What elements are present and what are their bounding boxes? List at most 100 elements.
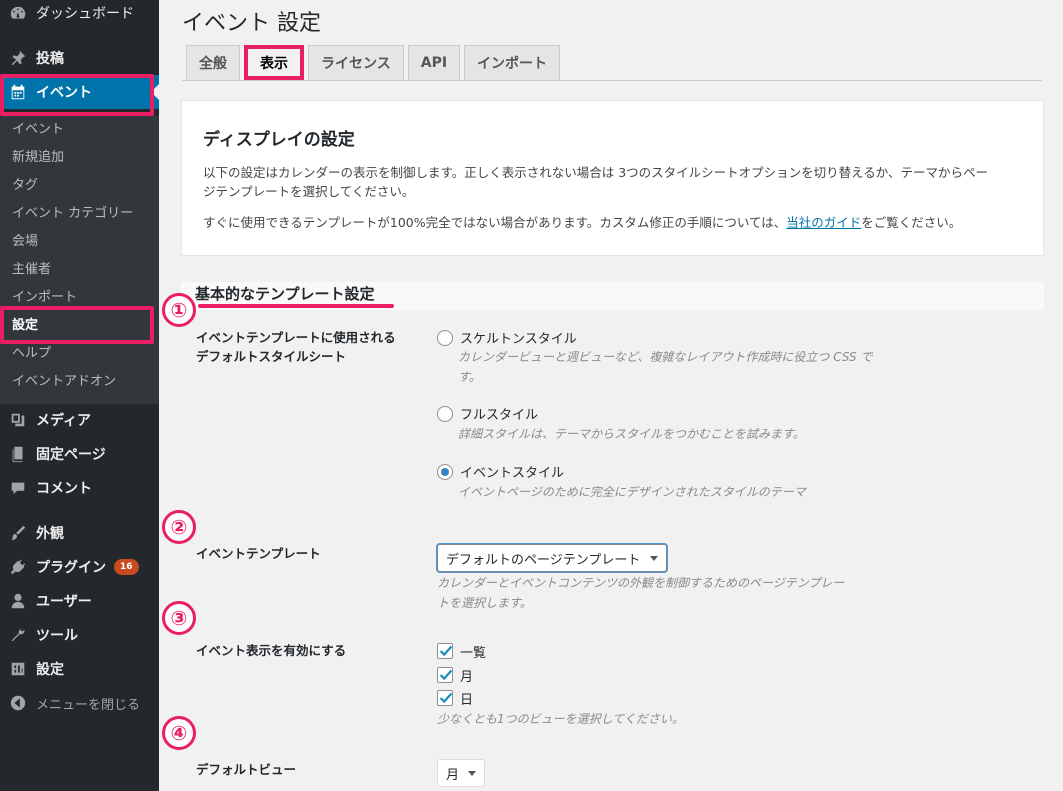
admin-sidebar: ダッシュボード 投稿 イベント イベント 新規追加 タグ イベント カテゴリー …: [0, 0, 159, 791]
full-style-desc: 詳細スタイルは、テーマからスタイルをつかむことを試みます。: [458, 427, 805, 441]
radio-skeleton-label: スケルトンスタイル: [460, 332, 577, 347]
info-p2-tail: をご覧ください。: [861, 215, 962, 230]
menu-settings[interactable]: 設定: [0, 652, 159, 686]
menu-posts[interactable]: 投稿: [0, 41, 159, 75]
radio-event-style[interactable]: [437, 464, 453, 480]
default-view-select[interactable]: 月: [437, 759, 485, 787]
plugin-update-badge: 16: [114, 559, 139, 575]
guide-link[interactable]: 当社のガイド: [786, 215, 861, 230]
default-view-value: 月: [446, 767, 460, 783]
radio-full-label: フルスタイル: [460, 408, 539, 423]
menu-tools-label: ツール: [36, 628, 78, 644]
menu-users-label: ユーザー: [36, 594, 92, 610]
submenu-addons[interactable]: イベントアドオン: [12, 372, 116, 392]
settings-tabs: 全般 表示 ライセンス API インポート: [186, 45, 561, 80]
menu-events[interactable]: イベント: [0, 75, 159, 109]
user-icon: [0, 592, 36, 610]
menu-plugins-label: プラグイン: [36, 560, 106, 576]
dashboard-icon: [0, 4, 36, 22]
collapse-menu-button[interactable]: メニューを閉じる: [0, 686, 159, 720]
menu-pages[interactable]: 固定ページ: [0, 437, 159, 471]
menu-settings-label: 設定: [36, 662, 64, 678]
menu-users[interactable]: ユーザー: [0, 584, 159, 618]
pin-icon: [0, 49, 36, 67]
radio-skeleton-style[interactable]: [437, 330, 453, 346]
template-desc-2: トを選択します。: [437, 596, 532, 610]
stylesheet-label: イベントテンプレートに使用される デフォルトスタイルシート: [196, 328, 396, 366]
settings-icon: [0, 660, 36, 678]
info-heading: ディスプレイの設定: [203, 130, 355, 150]
template-select[interactable]: デフォルトのページテンプレート: [437, 544, 667, 572]
tab-display[interactable]: 表示: [244, 45, 304, 80]
menu-comments[interactable]: コメント: [0, 471, 159, 505]
stylesheet-label-line2: デフォルトスタイルシート: [196, 349, 347, 364]
check-icon: [439, 645, 453, 657]
events-submenu: イベント 新規追加 タグ イベント カテゴリー 会場 主催者 インポート 設定 …: [0, 116, 159, 404]
template-label: イベントテンプレート: [196, 546, 321, 561]
tab-api[interactable]: API: [407, 45, 461, 80]
collapse-menu-label: メニューを閉じる: [36, 697, 141, 713]
annotation-4: ④: [162, 716, 196, 750]
menu-plugins[interactable]: プラグイン 16: [0, 550, 159, 584]
info-paragraph-2: すぐに使用できるテンプレートが100%完全ではない場合があります。カスタム修正の…: [203, 212, 961, 233]
page-title: イベント 設定: [182, 11, 321, 36]
radio-full-style[interactable]: [437, 406, 453, 422]
menu-dashboard[interactable]: ダッシュボード: [0, 0, 159, 30]
template-desc-1: カレンダーとイベントコンテンツの外観を制御するためのページテンプレー: [437, 576, 845, 590]
info-paragraph-1b: ジテンプレートを選択してください。: [203, 184, 415, 199]
annotation-3: ③: [162, 601, 196, 635]
submenu-tags[interactable]: タグ: [12, 176, 38, 196]
submenu-help[interactable]: ヘルプ: [12, 344, 51, 364]
skeleton-desc-1: カレンダービューと週ビューなど、複雑なレイアウト作成時に役立つ CSS で: [458, 350, 873, 364]
display-settings-info: ディスプレイの設定 以下の設定はカレンダーの表示を制御します。正しく表示されない…: [181, 100, 1044, 256]
default-view-label: デフォルトビュー: [196, 762, 297, 777]
tab-import[interactable]: インポート: [464, 45, 561, 80]
skeleton-desc-2: す。: [458, 370, 481, 384]
menu-comments-label: コメント: [36, 481, 92, 497]
wrench-icon: [0, 626, 36, 644]
tab-license[interactable]: ライセンス: [308, 45, 404, 80]
media-icon: [0, 411, 36, 429]
checkbox-list-view[interactable]: [437, 643, 453, 659]
check-icon: [439, 692, 453, 704]
comment-icon: [0, 479, 36, 497]
stylesheet-label-line1: イベントテンプレートに使用される: [196, 330, 396, 345]
radio-event-label: イベントスタイル: [460, 466, 565, 481]
views-desc: 少なくとも1つのビューを選択してください。: [437, 712, 684, 726]
annotation-2: ②: [162, 510, 196, 544]
submenu-import[interactable]: インポート: [12, 288, 77, 308]
menu-media[interactable]: メディア: [0, 403, 159, 437]
collapse-icon: [0, 694, 36, 712]
menu-appearance[interactable]: 外観: [0, 516, 159, 550]
section-title-underline: [198, 304, 394, 308]
menu-media-label: メディア: [36, 413, 92, 429]
info-p2-text: すぐに使用できるテンプレートが100%完全ではない場合があります。カスタム修正の…: [203, 215, 787, 230]
checkbox-month-label: 月: [460, 670, 474, 685]
brush-icon: [0, 524, 36, 542]
views-label: イベント表示を有効にする: [196, 643, 347, 658]
info-paragraph-1a: 以下の設定はカレンダーの表示を制御します。正しく表示されない場合は 3つのスタイ…: [203, 165, 989, 180]
menu-appearance-label: 外観: [36, 526, 64, 542]
checkbox-month-view[interactable]: [437, 667, 453, 683]
checkbox-day-view[interactable]: [437, 690, 453, 706]
chevron-down-icon: [468, 771, 476, 780]
submenu-venues[interactable]: 会場: [12, 232, 38, 252]
template-select-value: デフォルトのページテンプレート: [446, 552, 641, 568]
tab-general[interactable]: 全般: [186, 45, 240, 80]
section-title: 基本的なテンプレート設定: [195, 285, 375, 303]
submenu-add-new[interactable]: 新規追加: [12, 148, 64, 168]
menu-pages-label: 固定ページ: [36, 447, 106, 463]
tab-divider: [182, 80, 1042, 81]
submenu-settings[interactable]: 設定: [12, 316, 38, 336]
event-style-desc: イベントページのために完全にデザインされたスタイルのテーマ: [458, 485, 806, 499]
checkbox-list-label: 一覧: [460, 646, 487, 661]
check-icon: [439, 669, 453, 681]
menu-posts-label: 投稿: [36, 51, 64, 67]
page-icon: [0, 445, 36, 463]
submenu-events[interactable]: イベント: [12, 120, 64, 140]
calendar-icon: [0, 83, 36, 101]
menu-tools[interactable]: ツール: [0, 618, 159, 652]
submenu-organizers[interactable]: 主催者: [12, 260, 51, 280]
submenu-categories[interactable]: イベント カテゴリー: [12, 204, 133, 224]
plugin-icon: [0, 558, 36, 576]
